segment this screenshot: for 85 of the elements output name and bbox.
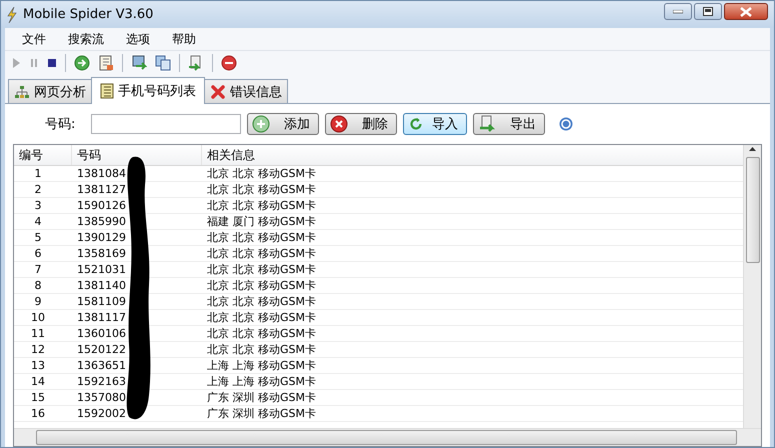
table-cell: 1581109 — [77, 295, 126, 308]
table-cell: 14 — [31, 375, 45, 388]
table-cell: 北京 北京 移动GSM卡 — [207, 247, 316, 260]
tab[interactable]: 错误信息 — [204, 79, 288, 103]
table-cell: 北京 北京 移动GSM卡 — [207, 183, 316, 196]
table-cell: 北京 北京 移动GSM卡 — [207, 311, 316, 324]
table-cell: 北京 北京 移动GSM卡 — [207, 167, 316, 180]
horizontal-scrollbar[interactable] — [14, 428, 761, 446]
table-cell: 3 — [34, 199, 42, 212]
table-cell: 广东 深圳 移动GSM卡 — [207, 407, 316, 420]
table-cell: 1390129 — [77, 231, 126, 244]
tab[interactable]: 手机号码列表 — [91, 77, 205, 104]
cross-icon — [210, 84, 226, 100]
table-cell: 1521031 — [77, 263, 126, 276]
table-cell: 1360106 — [77, 327, 126, 340]
stop-icon[interactable] — [47, 57, 57, 69]
table-cell: 7 — [34, 263, 42, 276]
number-field[interactable] — [91, 114, 241, 134]
table-cell: 2 — [34, 183, 42, 196]
table-cell: 1381140 — [77, 279, 126, 292]
menu-item[interactable]: 选项 — [115, 28, 161, 50]
table-cell: 1592163 — [77, 375, 126, 388]
export-button[interactable]: 导出 — [473, 113, 545, 135]
table-cell: 6 — [34, 247, 42, 260]
table-cell: 上海 上海 移动GSM卡 — [207, 375, 316, 388]
table-cell: 1357080 — [77, 391, 126, 404]
help-icon[interactable] — [559, 117, 573, 131]
table-cell: 北京 北京 移动GSM卡 — [207, 231, 316, 244]
table-cell: 1 — [34, 167, 42, 180]
table-cell: 北京 北京 移动GSM卡 — [207, 343, 316, 356]
table-cell: 1381084 — [77, 167, 126, 180]
table-cell: 8 — [34, 279, 42, 292]
delete-icon — [330, 115, 348, 133]
close-button[interactable] — [724, 3, 768, 20]
table-cell: 1385990 — [77, 215, 126, 228]
table-cell: 4 — [34, 215, 42, 228]
tab[interactable]: 网页分析 — [8, 79, 92, 103]
table-cell: 北京 北京 移动GSM卡 — [207, 279, 316, 292]
table-cell: 1381117 — [77, 311, 126, 324]
table-cell: 北京 北京 移动GSM卡 — [207, 199, 316, 212]
table-cell: 16 — [31, 407, 45, 420]
page-arrow-icon — [478, 115, 498, 133]
table-cell: 15 — [31, 391, 45, 404]
table-cell: 1363651 — [77, 359, 126, 372]
column-header[interactable]: 编号 — [14, 145, 72, 165]
notebook-icon[interactable] — [98, 55, 114, 71]
menu-item[interactable]: 文件 — [11, 28, 57, 50]
table-cell: 1520122 — [77, 343, 126, 356]
add-button[interactable]: 添加 — [247, 113, 319, 135]
minimize-icon — [673, 10, 683, 14]
minimize-button[interactable] — [664, 3, 692, 20]
table-cell: 12 — [31, 343, 45, 356]
table-cell: 1358169 — [77, 247, 126, 260]
table-cell: 1590126 — [77, 199, 126, 212]
table-cell: 北京 北京 移动GSM卡 — [207, 263, 316, 276]
delete-button[interactable]: 删除 — [325, 113, 397, 135]
maximize-button[interactable] — [694, 3, 722, 20]
lightning-icon — [7, 6, 17, 22]
network-icon — [14, 84, 30, 98]
close-icon — [740, 6, 752, 16]
table-cell: 上海 上海 移动GSM卡 — [207, 359, 316, 372]
menu-item[interactable]: 帮助 — [161, 28, 207, 50]
plus-icon — [252, 115, 270, 133]
field-label: 号码: — [45, 116, 76, 133]
copy-icon[interactable] — [155, 55, 171, 71]
window-title: Mobile Spider V3.60 — [23, 7, 154, 22]
vertical-scrollbar[interactable] — [743, 145, 761, 428]
column-header[interactable]: 相关信息 — [202, 145, 743, 165]
table-cell: 福建 厦门 移动GSM卡 — [207, 215, 316, 228]
list-icon — [100, 83, 114, 99]
computer-arrow-icon[interactable] — [131, 55, 147, 71]
table-cell: 1381127 — [77, 183, 126, 196]
maximize-icon — [703, 7, 713, 16]
table-cell: 9 — [34, 295, 42, 308]
table-cell: 1592002 — [77, 407, 126, 420]
table-cell: 广东 深圳 移动GSM卡 — [207, 391, 316, 404]
table-cell: 北京 北京 移动GSM卡 — [207, 295, 316, 308]
table-cell: 北京 北京 移动GSM卡 — [207, 327, 316, 340]
table-cell: 5 — [34, 231, 42, 244]
menu-item[interactable]: 搜索流 — [57, 28, 115, 50]
import-button[interactable]: 导入 — [403, 113, 467, 135]
table-cell: 11 — [31, 327, 45, 340]
table-cell: 13 — [31, 359, 45, 372]
stop-sign-icon[interactable] — [221, 55, 237, 71]
table-cell: 10 — [31, 311, 45, 324]
